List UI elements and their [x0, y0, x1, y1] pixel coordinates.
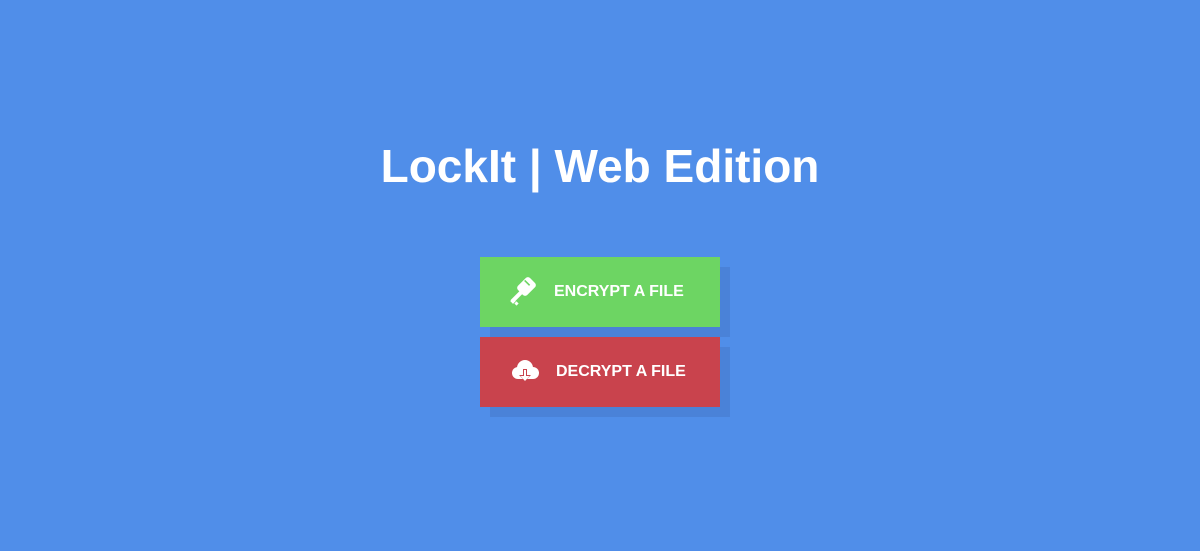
decrypt-file-button[interactable]: DECRYPT A FILE: [480, 337, 720, 407]
encrypt-file-button[interactable]: ENCRYPT A FILE: [480, 257, 720, 327]
key-icon: [506, 275, 540, 309]
decrypt-button-container: DECRYPT A FILE: [480, 337, 730, 417]
cloud-download-icon: [508, 355, 542, 389]
encrypt-button-container: ENCRYPT A FILE: [480, 257, 730, 337]
page-title: LockIt | Web Edition: [380, 140, 820, 192]
decrypt-button-label: DECRYPT A FILE: [556, 363, 686, 380]
encrypt-button-label: ENCRYPT A FILE: [554, 283, 684, 300]
